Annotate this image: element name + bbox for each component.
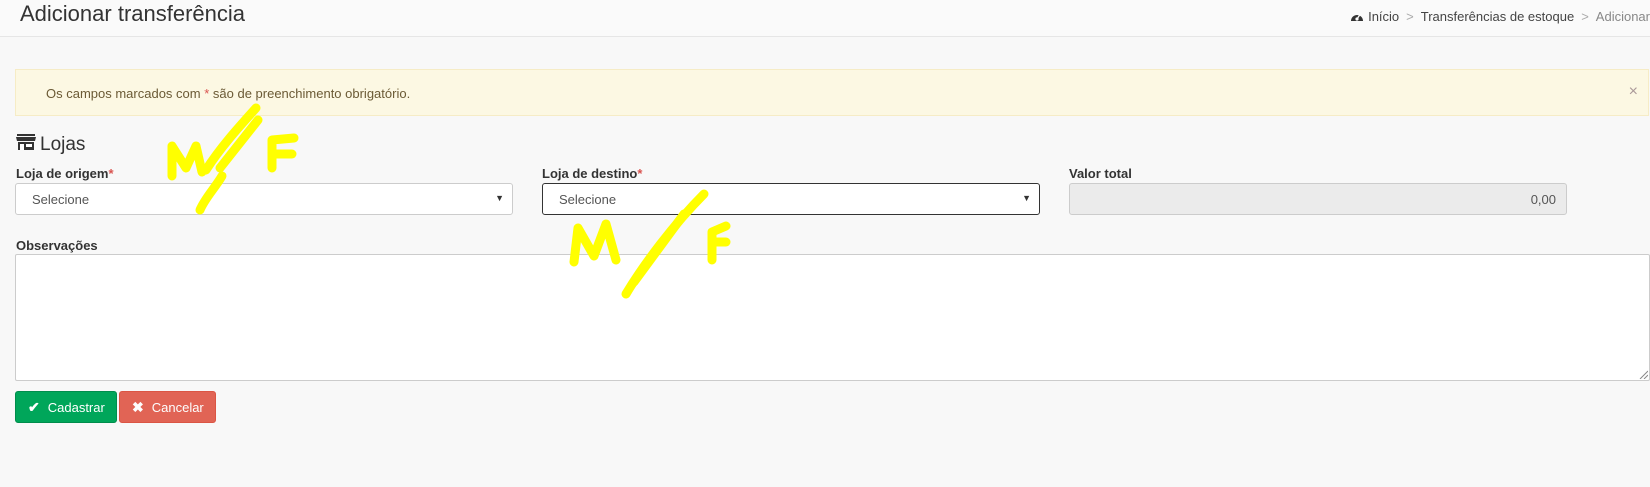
origin-store-label-text: Loja de origem	[16, 166, 109, 181]
notes-label: Observações	[16, 238, 98, 253]
annotation-scribble	[167, 103, 299, 215]
required-mark: *	[108, 166, 114, 181]
cancel-button-label: Cancelar	[151, 399, 204, 415]
total-value-field: 0,00	[1069, 183, 1567, 215]
origin-store-value: Selecione	[32, 192, 90, 207]
breadcrumb-separator: >	[1406, 9, 1414, 24]
notes-textarea[interactable]	[15, 254, 1650, 381]
annotation-scribble	[569, 189, 731, 299]
chevron-down-icon: ▼	[495, 193, 504, 203]
total-value: 0,00	[1530, 192, 1556, 207]
breadcrumb-separator: >	[1581, 9, 1589, 24]
breadcrumb-current: Adicionar	[1595, 9, 1650, 24]
times-icon: ✖	[132, 398, 144, 415]
check-icon: ✔	[28, 398, 40, 415]
save-button[interactable]: ✔ Cadastrar	[15, 391, 117, 423]
page-header: Adicionar transferência Início > Transferê…	[0, 0, 1650, 37]
breadcrumb: Início > Transferências de estoque > Adicion…	[1350, 9, 1650, 24]
destination-store-label-text: Loja de destino	[542, 166, 638, 181]
breadcrumb-section[interactable]: Transferências de estoque	[1421, 9, 1574, 24]
origin-store-label: Loja de origem*	[16, 166, 114, 181]
breadcrumb-home[interactable]: Início	[1368, 9, 1399, 24]
save-button-label: Cadastrar	[47, 399, 105, 415]
close-icon[interactable]: ×	[1629, 83, 1638, 101]
section-title-text: Lojas	[40, 134, 86, 155]
store-icon	[16, 134, 36, 150]
chevron-down-icon: ▼	[1022, 193, 1031, 203]
destination-store-label: Loja de destino*	[542, 166, 642, 181]
total-value-label: Valor total	[1069, 166, 1132, 181]
section-title: Lojas	[16, 133, 85, 157]
resize-handle-icon[interactable]	[1638, 369, 1648, 379]
cancel-button[interactable]: ✖ Cancelar	[119, 391, 216, 423]
dashboard-icon	[1351, 14, 1364, 21]
required-mark: *	[637, 166, 643, 181]
page-title: Adicionar transferência	[20, 1, 246, 26]
